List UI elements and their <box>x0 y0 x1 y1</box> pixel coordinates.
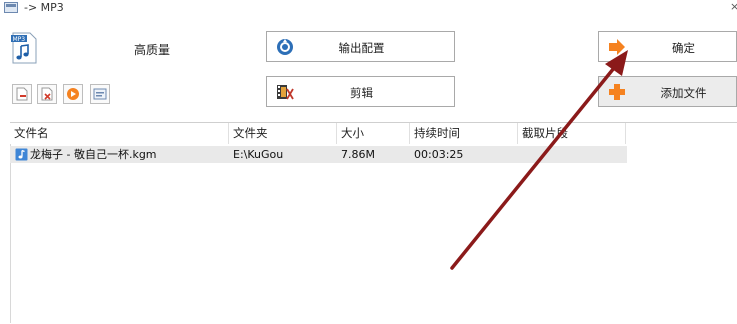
window-title: -> MP3 <box>24 1 64 14</box>
play-icon[interactable] <box>63 84 83 104</box>
cell-filename: 龙梅子 - 敬自己一杯.kgm <box>30 148 157 161</box>
ok-label: 确定 <box>672 41 695 55</box>
cell-size: 7.86M <box>341 148 375 161</box>
mp3-badge: MP3 <box>13 36 26 43</box>
column-header-clip[interactable]: 截取片段 <box>518 123 626 144</box>
edit-label: 剪辑 <box>350 86 373 100</box>
file-info-icon[interactable] <box>90 84 110 104</box>
mp3-file-icon: MP3 <box>10 32 38 64</box>
add-file-button[interactable]: 添加文件 <box>598 76 737 107</box>
plus-icon <box>608 83 626 101</box>
app-icon <box>4 2 18 13</box>
remove-file-icon[interactable] <box>12 84 32 104</box>
column-header-size[interactable]: 大小 <box>337 123 410 144</box>
output-config-button[interactable]: 输出配置 <box>266 31 455 62</box>
add-file-label: 添加文件 <box>660 86 707 100</box>
table-row[interactable]: 龙梅子 - 敬自己一杯.kgm E:\KuGou 7.86M 00:03:25 <box>10 146 627 163</box>
arrow-right-icon <box>608 38 626 56</box>
clear-list-icon[interactable] <box>37 84 57 104</box>
cell-duration: 00:03:25 <box>414 148 464 161</box>
cell-clip <box>518 146 626 163</box>
close-icon[interactable]: × <box>730 0 737 13</box>
edit-button[interactable]: 剪辑 <box>266 76 455 107</box>
table-header: 文件名 文件夹 大小 持续时间 截取片段 <box>10 123 737 144</box>
ok-button[interactable]: 确定 <box>598 31 737 62</box>
cell-folder: E:\KuGou <box>233 148 284 161</box>
column-header-folder[interactable]: 文件夹 <box>229 123 337 144</box>
quality-label[interactable]: 高质量 <box>134 41 170 58</box>
column-header-filename[interactable]: 文件名 <box>10 123 229 144</box>
output-config-label: 输出配置 <box>338 41 385 55</box>
file-table[interactable]: 文件名 文件夹 大小 持续时间 截取片段 龙梅子 - 敬自己一杯.kgm E:\… <box>10 122 737 324</box>
column-header-duration[interactable]: 持续时间 <box>410 123 518 144</box>
